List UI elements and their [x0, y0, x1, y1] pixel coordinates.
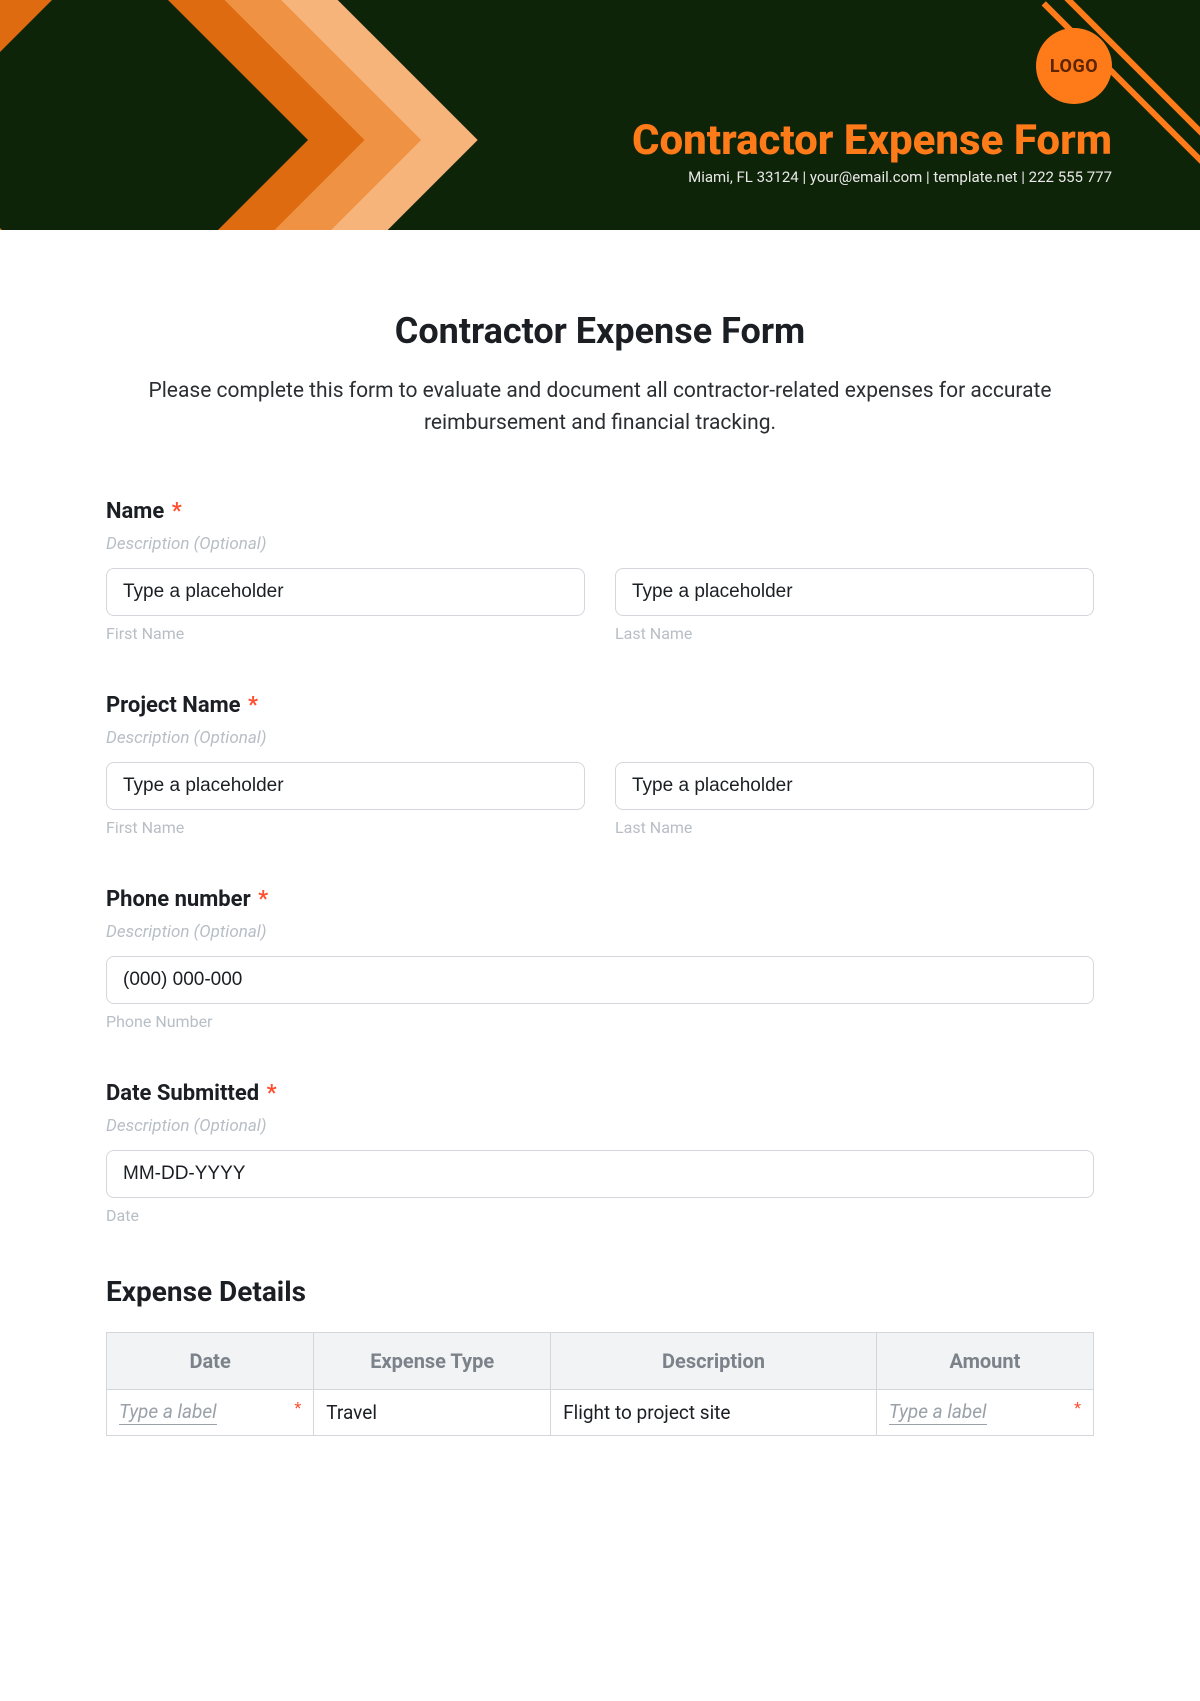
cell-desc[interactable]: Flight to project site — [551, 1390, 877, 1436]
date-cell-placeholder: Type a label — [119, 1400, 217, 1425]
logo-text: LOGO — [1050, 56, 1098, 77]
field-phone: Phone number * Description (Optional) Ph… — [106, 887, 1094, 1031]
field-name: Name * Description (Optional) First Name… — [106, 499, 1094, 643]
first-name-sublabel: First Name — [106, 624, 585, 643]
project-first-sublabel: First Name — [106, 818, 585, 837]
date-label-text: Date Submitted — [106, 1081, 259, 1106]
date-label: Date Submitted * — [106, 1081, 1094, 1106]
page-header: LOGO Contractor Expense Form Miami, FL 3… — [0, 0, 1200, 230]
name-label: Name * — [106, 499, 1094, 524]
expense-table: Date Expense Type Description Amount Typ… — [106, 1332, 1094, 1436]
header-title: Contractor Expense Form — [632, 116, 1112, 165]
required-mark: * — [172, 499, 182, 524]
project-first-input[interactable] — [106, 762, 585, 810]
required-mark: * — [267, 1081, 277, 1106]
last-name-sublabel: Last Name — [615, 624, 1094, 643]
field-date: Date Submitted * Description (Optional) … — [106, 1081, 1094, 1225]
required-mark: * — [1074, 1400, 1081, 1416]
project-last-input[interactable] — [615, 762, 1094, 810]
date-sublabel: Date — [106, 1206, 1094, 1225]
phone-label-text: Phone number — [106, 887, 251, 912]
th-amount: Amount — [876, 1333, 1093, 1390]
form-content: Contractor Expense Form Please complete … — [0, 230, 1200, 1476]
required-mark: * — [258, 887, 268, 912]
date-input[interactable] — [106, 1150, 1094, 1198]
cell-type[interactable]: Travel — [314, 1390, 551, 1436]
th-date: Date — [107, 1333, 314, 1390]
decorative-geometry — [0, 0, 478, 230]
decorative-stripes — [777, 0, 1200, 230]
expense-section-title: Expense Details — [106, 1275, 1094, 1308]
header-subtitle: Miami, FL 33124 | your@email.com | templ… — [688, 168, 1112, 186]
logo-badge: LOGO — [1036, 28, 1112, 104]
table-row: Type a label * Travel Flight to project … — [107, 1390, 1094, 1436]
date-hint: Description (Optional) — [106, 1116, 1094, 1136]
required-mark: * — [294, 1400, 301, 1416]
amount-cell-placeholder: Type a label — [889, 1400, 987, 1425]
cell-date[interactable]: Type a label * — [107, 1390, 314, 1436]
project-hint: Description (Optional) — [106, 728, 1094, 748]
th-desc: Description — [551, 1333, 877, 1390]
phone-hint: Description (Optional) — [106, 922, 1094, 942]
form-description: Please complete this form to evaluate an… — [106, 376, 1094, 439]
cell-amount[interactable]: Type a label * — [876, 1390, 1093, 1436]
first-name-input[interactable] — [106, 568, 585, 616]
phone-sublabel: Phone Number — [106, 1012, 1094, 1031]
project-label: Project Name * — [106, 693, 1094, 718]
form-title: Contractor Expense Form — [106, 310, 1094, 352]
name-label-text: Name — [106, 499, 164, 524]
th-type: Expense Type — [314, 1333, 551, 1390]
name-hint: Description (Optional) — [106, 534, 1094, 554]
phone-input[interactable] — [106, 956, 1094, 1004]
project-label-text: Project Name — [106, 693, 241, 718]
required-mark: * — [248, 693, 258, 718]
phone-label: Phone number * — [106, 887, 1094, 912]
field-project: Project Name * Description (Optional) Fi… — [106, 693, 1094, 837]
last-name-input[interactable] — [615, 568, 1094, 616]
project-last-sublabel: Last Name — [615, 818, 1094, 837]
table-header-row: Date Expense Type Description Amount — [107, 1333, 1094, 1390]
